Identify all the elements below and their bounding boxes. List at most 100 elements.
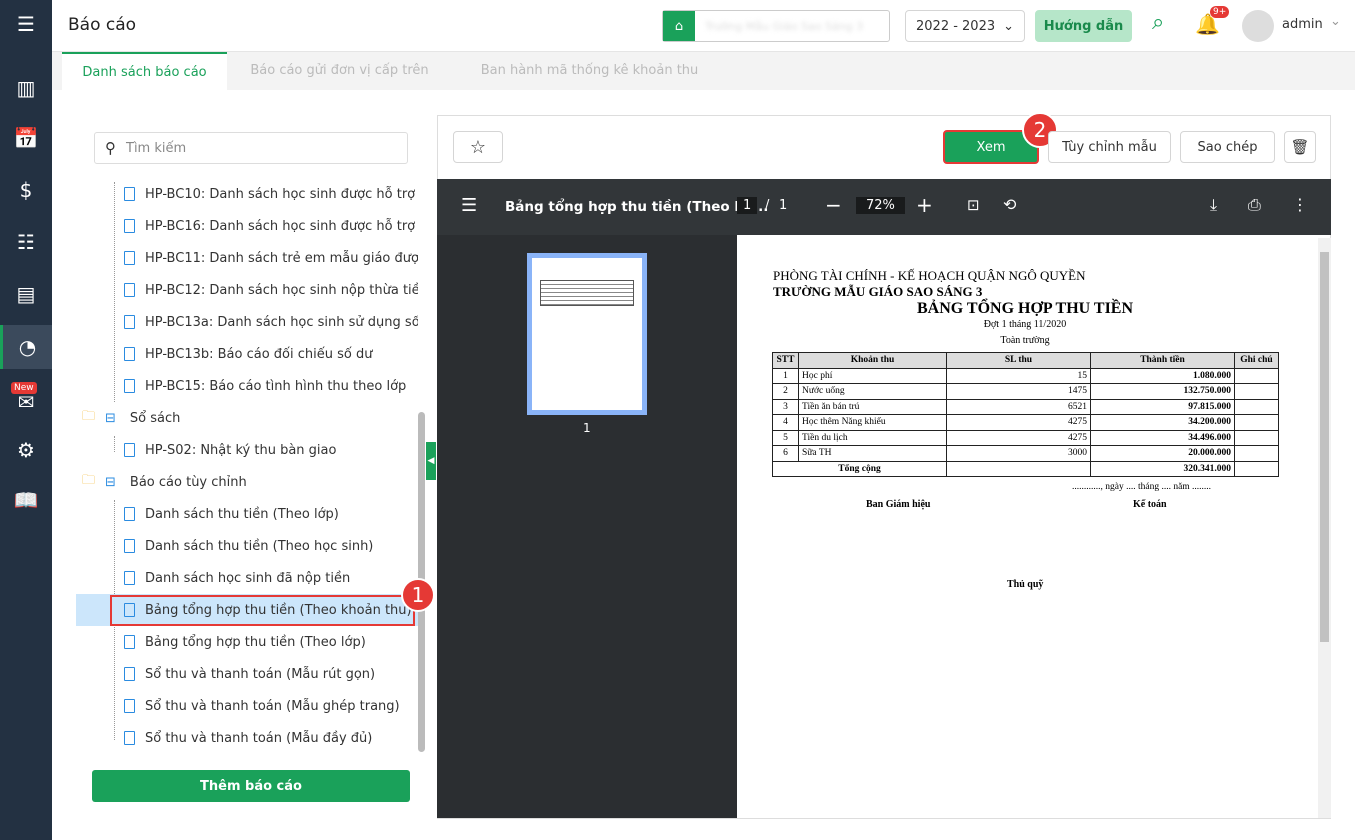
school-year-value: 2022 - 2023 [916, 18, 996, 34]
collapse-icon[interactable]: ⊟ [105, 475, 116, 490]
school-selector[interactable]: ⌂ Trường Mẫu Giáo Sao Sáng 3 [662, 10, 890, 42]
label: 3000 [946, 445, 1091, 462]
download-icon[interactable]: ⤓ [1210, 195, 1217, 215]
ledger-icon[interactable]: ▤ [0, 274, 52, 314]
file-icon [124, 731, 135, 745]
label: Học phí [798, 367, 947, 384]
pdf-page-sep: / [765, 198, 770, 213]
chevron-down-icon[interactable]: ⌄ [1330, 14, 1341, 29]
tab-report-list[interactable]: Danh sách báo cáo [62, 52, 227, 90]
label: 6521 [946, 398, 1091, 415]
col-header: Thành tiền [1090, 352, 1235, 369]
search-input[interactable]: ⚲ Tìm kiếm [94, 132, 408, 164]
guide-button[interactable]: Hướng dẫn [1035, 10, 1132, 42]
label: Tổng cộng [772, 460, 947, 477]
report-pie-icon[interactable]: ◔ [0, 325, 52, 369]
user-name[interactable]: admin [1282, 17, 1323, 32]
thumbnail-label: 1 [583, 421, 591, 435]
print-icon[interactable]: ⎙ [1248, 195, 1261, 215]
collapse-icon[interactable]: ⊟ [105, 411, 116, 426]
sign-treasurer: Thủ quỹ [1007, 579, 1044, 590]
tree-item[interactable]: HP-BC15: Báo cáo tình hình thu theo lớp [76, 370, 418, 402]
favorite-star-button[interactable]: ☆ [453, 131, 503, 163]
customize-template-button[interactable]: Tùy chỉnh mẫu [1048, 131, 1171, 163]
avatar[interactable] [1242, 10, 1274, 42]
school-name: Trường Mẫu Giáo Sao Sáng 3 [705, 19, 864, 33]
money-hand-icon[interactable]: $ [0, 170, 52, 210]
label: 20.000.000 [1090, 445, 1235, 462]
col-header: Khoản thu [798, 352, 947, 369]
tree-item[interactable]: Danh sách học sinh đã nộp tiền [76, 562, 418, 594]
label: 320.341.000 [1090, 460, 1235, 477]
folder-icon: 🗀 [82, 409, 96, 424]
settings-gear-icon[interactable]: ⚙ [0, 430, 52, 470]
rotate-icon[interactable]: ⟲ [1003, 195, 1016, 214]
pdf-menu-icon[interactable]: ☰ [461, 195, 477, 216]
report-period: Đợt 1 tháng 11/2020 [983, 319, 1067, 330]
label: HP-BC12: Danh sách học sinh nộp thừa tiề… [145, 282, 418, 298]
file-icon [124, 571, 135, 585]
tree-item[interactable]: Danh sách thu tiền (Theo học sinh) [76, 530, 418, 562]
tree-folder-so-sach[interactable]: 🗀 ⊟ Sổ sách [76, 402, 418, 434]
file-icon [124, 507, 135, 521]
tree-item[interactable]: HP-BC13b: Báo cáo đối chiếu số dư [76, 338, 418, 370]
tree-item[interactable]: HP-BC16: Danh sách học sinh được hỗ trợ [76, 210, 418, 242]
step-badge-1: 1 [401, 578, 435, 612]
label: 132.750.000 [1090, 383, 1235, 400]
file-icon [124, 283, 135, 297]
book-icon[interactable]: 📖 [0, 480, 52, 520]
file-icon [124, 315, 135, 329]
tree-item[interactable]: Sổ thu và thanh toán (Mẫu đầy đủ) [76, 722, 418, 754]
calendar-money-icon[interactable]: 📅 [0, 118, 52, 158]
add-report-button[interactable]: Thêm báo cáo [92, 770, 410, 802]
tree-item[interactable]: HP-BC13a: Danh sách học sinh sử dụng số … [76, 306, 418, 338]
table-row: 6 Sữa TH 3000 20.000.000 [772, 445, 1279, 462]
chevron-down-icon: ⌄ [1003, 18, 1014, 34]
col-header: Ghi chú [1234, 352, 1279, 369]
menu-icon[interactable]: ☰ [0, 4, 52, 44]
file-icon [124, 443, 135, 457]
tree-item[interactable]: Danh sách thu tiền (Theo lớp) [76, 498, 418, 530]
new-badge: New [11, 382, 37, 394]
notification-count: 9+ [1210, 6, 1230, 18]
sign-accountant: Kế toán [1133, 499, 1167, 510]
tree-folder-custom[interactable]: 🗀 ⊟ Báo cáo tùy chỉnh [76, 466, 418, 498]
dashboard-chart-icon[interactable]: ▥ [0, 68, 52, 108]
file-icon [124, 187, 135, 201]
pdf-page-input[interactable]: 1 [737, 197, 758, 214]
tree-item[interactable]: Bảng tổng hợp thu tiền (Theo lớp) [76, 626, 418, 658]
file-icon [124, 699, 135, 713]
school-year-select[interactable]: 2022 - 2023 ⌄ [905, 10, 1025, 42]
analytics-search-icon[interactable]: ⌕ [1152, 10, 1164, 35]
fit-page-icon[interactable]: ⊡ [967, 196, 980, 214]
tree-item[interactable]: Sổ thu và thanh toán (Mẫu ghép trang) [76, 690, 418, 722]
label: Danh sách học sinh đã nộp tiền [145, 570, 351, 586]
pdf-scrollbar[interactable] [1318, 238, 1331, 818]
table-row: 1 Học phí 15 1.080.000 [772, 367, 1279, 384]
label: 6 [772, 445, 799, 462]
tree-item[interactable]: HP-S02: Nhật ký thu bàn giao [76, 434, 418, 466]
report-scope: Toàn trường [1000, 335, 1050, 346]
collapse-panel-handle[interactable]: ◀ [426, 442, 436, 480]
tree-item[interactable]: Sổ thu và thanh toán (Mẫu rút gọn) [76, 658, 418, 690]
file-icon [124, 539, 135, 553]
copy-button[interactable]: Sao chép [1180, 131, 1275, 163]
delete-trash-button[interactable]: 🗑 [1284, 131, 1316, 163]
pdf-title: Bảng tổng hợp thu tiền (Theo kh... [505, 199, 769, 215]
more-vert-icon[interactable]: ⋮ [1292, 195, 1308, 214]
zoom-out-icon[interactable]: − [825, 193, 842, 217]
document-icon[interactable]: ☷ [0, 222, 52, 262]
label: Tiền du lịch [798, 429, 947, 446]
tree-item[interactable]: HP-BC10: Danh sách học sinh được hỗ trợ … [76, 178, 418, 210]
page-thumbnail[interactable] [527, 253, 647, 415]
tree-item[interactable]: HP-BC11: Danh sách trẻ em mẫu giáo được … [76, 242, 418, 274]
label: 97.815.000 [1090, 398, 1235, 415]
zoom-in-icon[interactable]: + [916, 193, 933, 217]
label: HP-BC13b: Báo cáo đối chiếu số dư [145, 346, 373, 362]
pdf-zoom-input[interactable]: 72% [856, 197, 905, 214]
tree-item[interactable]: HP-BC12: Danh sách học sinh nộp thừa tiề… [76, 274, 418, 306]
tab-revenue-code[interactable]: Ban hành mã thống kê khoản thu [452, 52, 727, 90]
tab-report-upper[interactable]: Báo cáo gửi đơn vị cấp trên [227, 52, 452, 90]
label: Tiền ăn bán trú [798, 398, 947, 415]
file-icon [124, 379, 135, 393]
